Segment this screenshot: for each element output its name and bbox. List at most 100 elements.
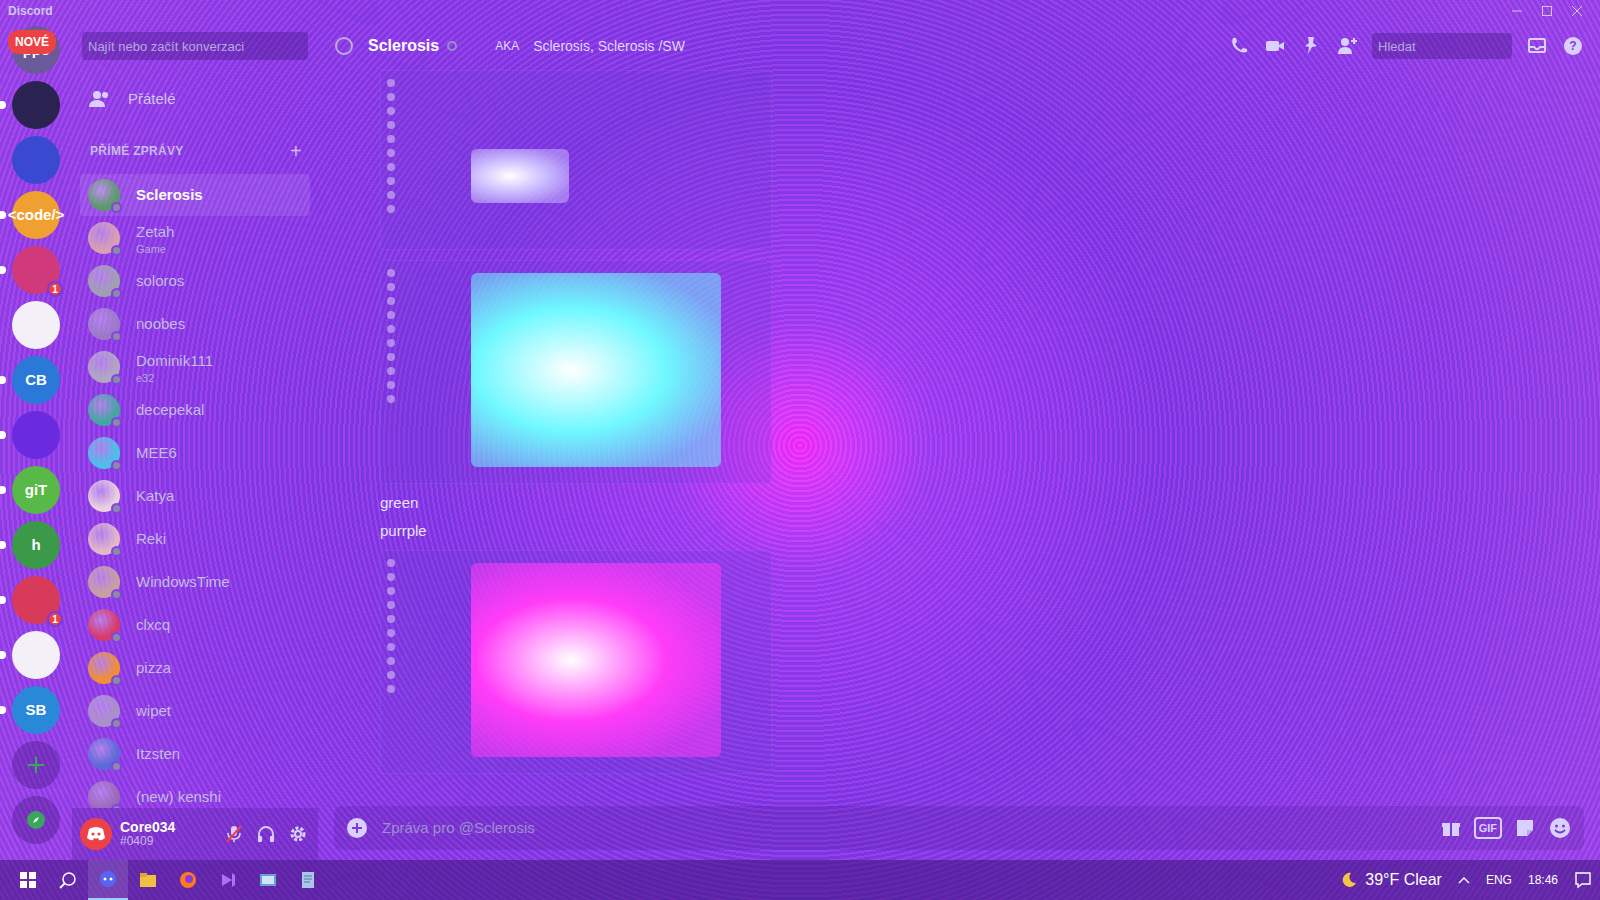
notification-icon[interactable]	[1574, 871, 1592, 889]
add-server-button[interactable]	[12, 741, 60, 789]
weather-widget[interactable]: 39°F Clear	[1341, 868, 1442, 892]
server-icon[interactable]: 1	[12, 246, 60, 294]
image-attachment[interactable]	[380, 550, 772, 774]
emoji-icon[interactable]	[1548, 816, 1572, 840]
dm-item[interactable]: Sclerosis	[80, 174, 310, 216]
start-button[interactable]	[8, 860, 48, 900]
new-badge[interactable]: NOVÉ	[8, 30, 56, 54]
firefox-icon[interactable]	[178, 870, 198, 890]
explore-button[interactable]	[12, 796, 60, 844]
preview-dot	[387, 685, 395, 693]
server-icon[interactable]: SB	[12, 686, 60, 734]
close-icon[interactable]	[1572, 6, 1582, 16]
dm-item[interactable]: clxcq	[80, 604, 310, 646]
friends-icon	[88, 87, 112, 111]
taskbar-app[interactable]	[88, 860, 128, 900]
windows-logo-icon[interactable]	[20, 872, 36, 888]
server-icon[interactable]	[12, 411, 60, 459]
image-attachment[interactable]	[380, 70, 772, 250]
gift-icon[interactable]	[1440, 817, 1462, 839]
gear-icon[interactable]	[288, 824, 308, 844]
status-dot	[111, 589, 122, 600]
inbox-icon[interactable]	[1526, 35, 1548, 57]
taskbar-app[interactable]	[128, 860, 168, 900]
close-button[interactable]	[1562, 6, 1592, 16]
video-icon[interactable]	[1264, 35, 1286, 57]
call-icon[interactable]	[1228, 35, 1250, 57]
message-box: GIF	[334, 806, 1584, 850]
dm-text: Dominik111e32	[136, 350, 213, 385]
dm-item[interactable]: Reki	[80, 518, 310, 560]
headphones-button[interactable]	[254, 822, 278, 846]
minimize-icon[interactable]	[1512, 6, 1522, 16]
dm-text: MEE6	[136, 442, 177, 465]
image-attachment[interactable]	[380, 260, 772, 484]
language-indicator[interactable]: ENG	[1486, 871, 1512, 889]
taskbar-app[interactable]	[248, 860, 288, 900]
server-icon[interactable]: <code/>	[12, 191, 60, 239]
folder-icon[interactable]	[138, 870, 158, 890]
taskbar-app[interactable]	[288, 860, 328, 900]
preview-dot	[387, 587, 395, 595]
aka-label: AKA	[495, 37, 519, 55]
headphones-icon[interactable]	[256, 824, 276, 844]
search-icon[interactable]	[59, 871, 77, 889]
remote-desktop-icon[interactable]	[258, 870, 278, 890]
maximize-icon[interactable]	[1542, 6, 1552, 16]
mic-button[interactable]	[222, 822, 246, 846]
help-icon[interactable]: ?	[1562, 35, 1584, 57]
server-icon[interactable]: h	[12, 521, 60, 569]
search-button[interactable]	[48, 860, 88, 900]
pin-icon[interactable]	[1300, 35, 1322, 57]
server-icon[interactable]	[12, 81, 60, 129]
upload-icon[interactable]	[346, 817, 368, 839]
dm-item[interactable]: MEE6	[80, 432, 310, 474]
microphone-icon[interactable]	[224, 824, 244, 844]
plus-icon[interactable]	[26, 755, 46, 775]
server-icon[interactable]	[12, 301, 60, 349]
taskbar-app[interactable]	[168, 860, 208, 900]
new-dm-button[interactable]: +	[290, 136, 302, 166]
taskbar-app[interactable]	[208, 860, 248, 900]
dm-item[interactable]: WindowsTime	[80, 561, 310, 603]
dm-item[interactable]: Katya	[80, 475, 310, 517]
message-input[interactable]	[380, 816, 1428, 841]
dm-item[interactable]: Itzsten	[80, 733, 310, 775]
dm-item[interactable]: noobes	[80, 303, 310, 345]
dm-search-input[interactable]	[82, 32, 308, 60]
dm-item[interactable]: pizza	[80, 647, 310, 689]
sticker-icon[interactable]	[1514, 817, 1536, 839]
dm-item[interactable]: ZetahGame	[80, 217, 310, 259]
gif-button[interactable]: GIF	[1474, 817, 1502, 840]
server-icon[interactable]: CB	[12, 356, 60, 404]
preview-dot	[387, 643, 395, 651]
section-title: PŘÍMÉ ZPRÁVY	[90, 142, 184, 160]
minimize-button[interactable]	[1502, 6, 1532, 16]
friends-item[interactable]: Přátelé	[80, 78, 310, 120]
taskbar: 39°F Clear ENG 18:46	[0, 860, 1600, 900]
dm-item[interactable]: Dominik111e32	[80, 346, 310, 388]
visual-studio-icon[interactable]	[218, 870, 238, 890]
dm-search-bar	[72, 22, 318, 70]
discord-icon[interactable]	[98, 869, 118, 889]
settings-button[interactable]	[286, 822, 310, 846]
server-icon[interactable]	[12, 631, 60, 679]
tray-chevron-icon[interactable]	[1458, 875, 1470, 885]
dm-item[interactable]: decepekal	[80, 389, 310, 431]
chat-search-input[interactable]	[1372, 33, 1512, 59]
dm-item[interactable]: wipet	[80, 690, 310, 732]
server-icon[interactable]	[12, 136, 60, 184]
add-member-icon[interactable]	[1336, 35, 1358, 57]
dm-text: ZetahGame	[136, 221, 174, 256]
server-icon[interactable]: 1	[12, 576, 60, 624]
message-input-bar: GIF	[318, 800, 1600, 860]
server-label: SB	[26, 699, 47, 722]
notepad-icon[interactable]	[298, 870, 318, 890]
clock[interactable]: 18:46	[1528, 871, 1558, 889]
compass-icon[interactable]	[25, 809, 47, 831]
dm-name: Katya	[136, 485, 174, 508]
dm-item[interactable]: (new) kenshi	[80, 776, 310, 808]
server-icon[interactable]: giT	[12, 466, 60, 514]
dm-item[interactable]: soloros	[80, 260, 310, 302]
maximize-button[interactable]	[1532, 6, 1562, 16]
